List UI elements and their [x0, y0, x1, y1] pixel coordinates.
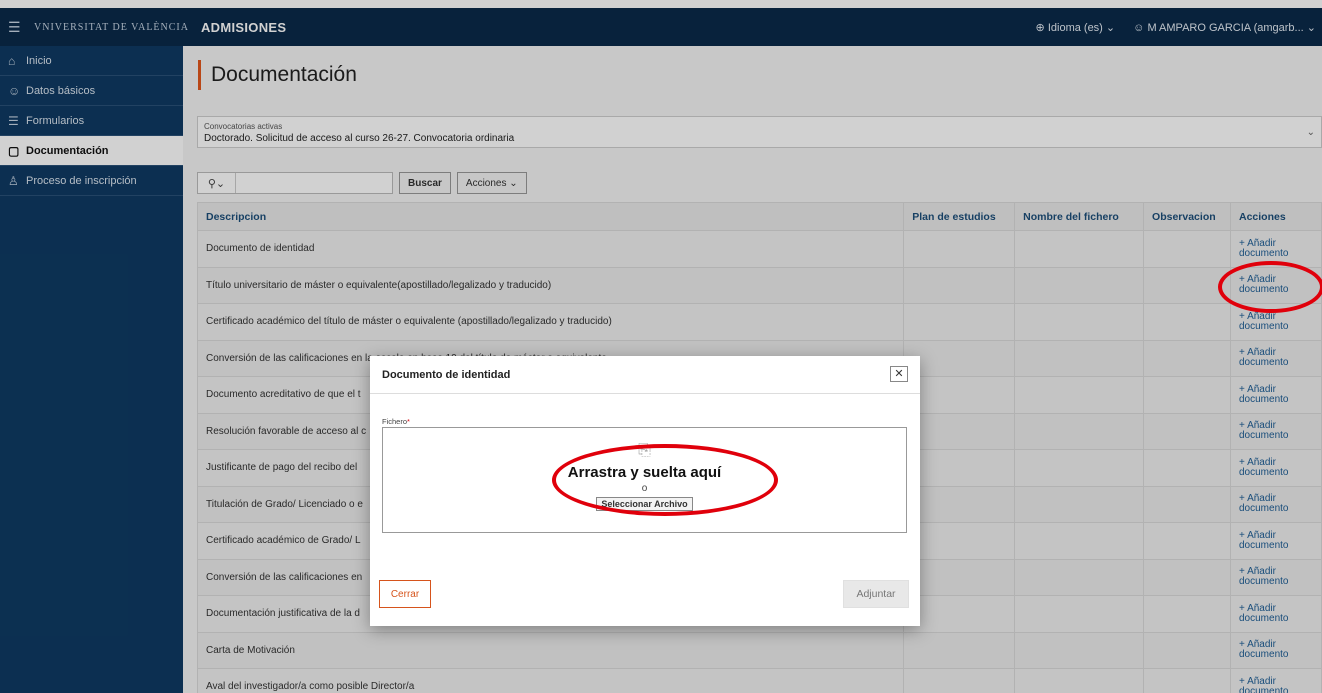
- fichero-label: Fichero*: [382, 417, 410, 426]
- required-mark: *: [407, 417, 410, 426]
- fichero-label-text: Fichero: [382, 417, 408, 426]
- cerrar-button[interactable]: Cerrar: [379, 580, 431, 608]
- close-icon[interactable]: ✕: [890, 366, 908, 382]
- annotation-circle-add-document: [1218, 261, 1322, 313]
- annotation-circle-drop-text: [552, 444, 778, 516]
- dialog-title: Documento de identidad: [370, 356, 920, 394]
- adjuntar-button[interactable]: Adjuntar: [843, 580, 909, 608]
